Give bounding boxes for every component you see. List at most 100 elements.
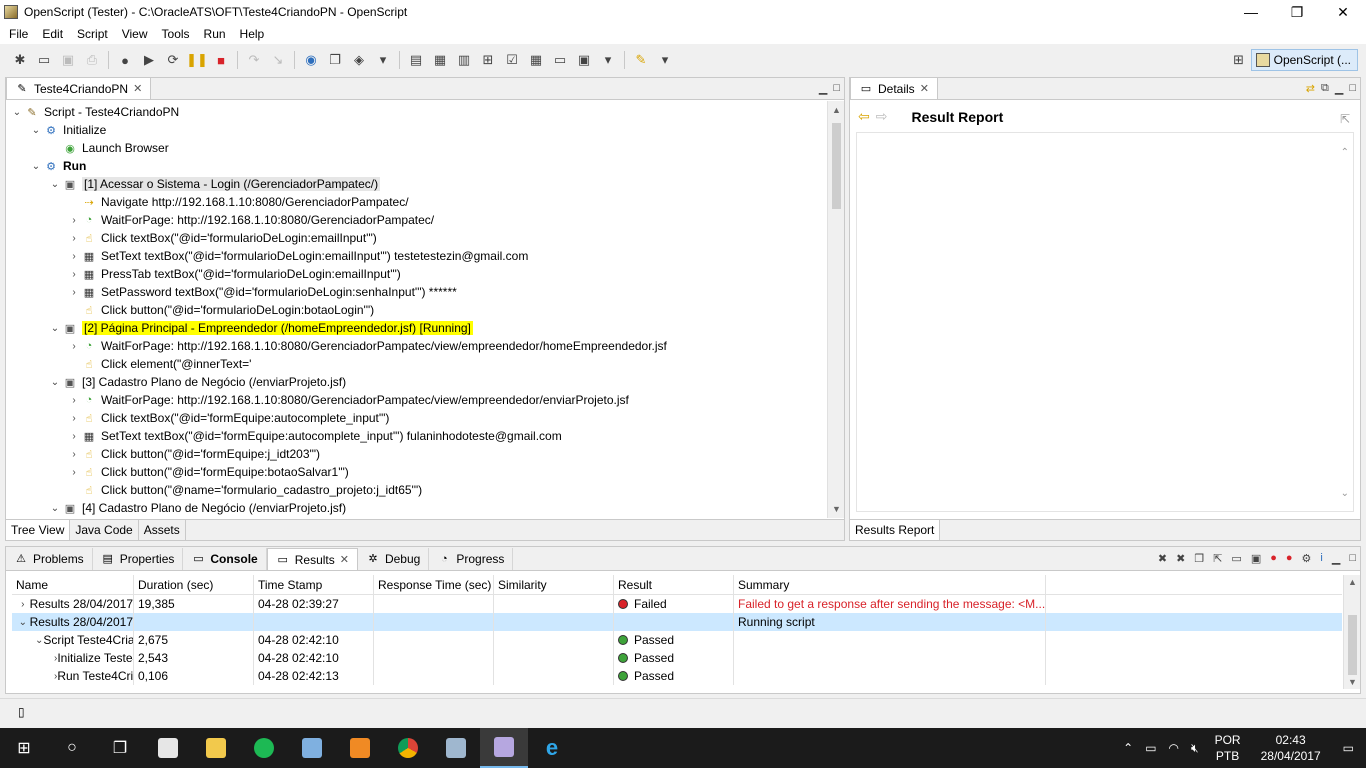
column-similarity[interactable]: Similarity	[494, 575, 614, 594]
collapse-arrow-icon[interactable]: ⌄	[29, 161, 43, 172]
tree-node[interactable]: ⌄ ▣ [4] Cadastro Plano de Negócio (/enviar…	[6, 499, 826, 517]
scroll-down-icon[interactable]: ▼	[828, 504, 845, 514]
expand-arrow-icon[interactable]: ›	[67, 251, 81, 262]
export-results-icon[interactable]: ⇱	[1213, 552, 1222, 565]
pause-icon[interactable]: ❚❚	[186, 50, 208, 70]
stop-icon[interactable]: ■	[211, 50, 231, 70]
remove-all-results-icon[interactable]: ✖	[1176, 552, 1185, 565]
tab-results-report[interactable]: Results Report	[850, 520, 941, 540]
expand-arrow-icon[interactable]: ›	[67, 215, 81, 226]
menu-script[interactable]: Script	[70, 27, 115, 41]
scroll-up-icon[interactable]: ▲	[828, 105, 845, 115]
tab-java-code[interactable]: Java Code	[70, 520, 139, 540]
taskbar-openscript[interactable]	[480, 728, 528, 768]
copy-results-icon[interactable]: ❐	[1194, 552, 1204, 565]
taskbar-sublime[interactable]	[336, 728, 384, 768]
tree-node[interactable]: › ☝ Click textBox("@id='formEquipe:autocom…	[6, 409, 826, 427]
close-tab-icon[interactable]: ✕	[133, 82, 142, 95]
results-vertical-scrollbar[interactable]: ▲ ▼	[1343, 575, 1360, 689]
expand-arrow-icon[interactable]: ›	[67, 287, 81, 298]
filter-errors-icon[interactable]: ●	[1286, 552, 1293, 565]
save-icon[interactable]: ▣	[58, 50, 78, 70]
tab-progress[interactable]: ◔ Progress	[429, 548, 514, 570]
panel-icon[interactable]: ▣	[574, 50, 594, 70]
copy-icon[interactable]: ❐	[325, 50, 345, 70]
tree-node[interactable]: ⌄ ⚙ Run	[6, 157, 826, 175]
browser-globe-icon[interactable]: ◉	[301, 50, 321, 70]
tree-node[interactable]: › ☝ Click button("@id='formEquipe:botaoSal…	[6, 463, 826, 481]
window-icon[interactable]: ▭	[550, 50, 570, 70]
column-name[interactable]: Name	[12, 575, 134, 594]
search-button[interactable]: ○	[48, 728, 96, 768]
object-icon[interactable]: ◈	[349, 50, 369, 70]
tree-node[interactable]: › ☝ Click textBox("@id='formularioDeLogin:…	[6, 229, 826, 247]
expand-arrow-icon[interactable]: ›	[16, 599, 30, 610]
taskbar-virtualbox[interactable]	[288, 728, 336, 768]
maximize-button[interactable]: ❐	[1274, 0, 1320, 24]
maximize-view-icon[interactable]: □	[1349, 82, 1356, 95]
new-script-icon[interactable]: ✱	[10, 50, 30, 70]
table-icon[interactable]: ▦	[526, 50, 546, 70]
tab-properties[interactable]: ▤ Properties	[93, 548, 184, 570]
clock[interactable]: 02:43 28/04/2017	[1251, 732, 1331, 764]
taskbar-internet-explorer[interactable]: e	[528, 728, 576, 768]
start-button[interactable]: ⊞	[0, 728, 48, 768]
tab-tree-view[interactable]: Tree View	[6, 520, 71, 540]
tab-results[interactable]: ▭ Results ✕	[266, 548, 358, 570]
open-folder-icon[interactable]: ▭	[34, 50, 54, 70]
tab-teste4criandopn[interactable]: ✎ Teste4CriandoPN ✕	[6, 77, 152, 99]
iterate-icon[interactable]: ⟳	[163, 50, 183, 70]
scroll-down-icon[interactable]: ⌄	[1341, 488, 1349, 499]
tree-node[interactable]: ⌄ ▣ [3] Cadastro Plano de Negócio (/enviar…	[6, 373, 826, 391]
tree-node[interactable]: › ☝ Click button("@id='formEquipe:j_idt203…	[6, 445, 826, 463]
scroll-thumb[interactable]	[1348, 615, 1357, 675]
input-language[interactable]: POR PTB	[1205, 732, 1251, 764]
tree-node[interactable]: › ▦ SetText textBox("@id='formularioDeLogi…	[6, 247, 826, 265]
results-row[interactable]: ›Run Teste4CriandoPN0,10604-28 02:42:13 P…	[12, 667, 1342, 685]
tree-node[interactable]: › ▦ SetPassword textBox("@id='formularioDe…	[6, 283, 826, 301]
tree-icon[interactable]: ⊞	[478, 50, 498, 70]
collapse-arrow-icon[interactable]: ⌄	[48, 503, 62, 514]
expand-arrow-icon[interactable]: ›	[67, 233, 81, 244]
column-time-stamp[interactable]: Time Stamp	[254, 575, 374, 594]
dropdown-arrow-icon[interactable]: ▾	[655, 50, 675, 70]
tree-node[interactable]: › ◔ WaitForPage: http://192.168.1.10:8080/…	[6, 337, 826, 355]
tab-debug[interactable]: ✲ Debug	[358, 548, 430, 570]
menu-run[interactable]: Run	[197, 27, 233, 41]
minimize-view-icon[interactable]: ▁	[819, 82, 827, 95]
tree-node[interactable]: ⌄ ▣ [1] Acessar o Sistema - Login (/Gerenc…	[6, 175, 826, 193]
maximize-view-icon[interactable]: □	[1349, 552, 1356, 565]
step-over-icon[interactable]: ↷	[244, 50, 264, 70]
dropdown-arrow-icon[interactable]: ▾	[598, 50, 618, 70]
scroll-up-icon[interactable]: ▲	[1344, 577, 1361, 587]
expand-arrow-icon[interactable]: ›	[67, 395, 81, 406]
play-icon[interactable]: ▶	[139, 50, 159, 70]
back-arrow-icon[interactable]: ⇦	[858, 108, 870, 125]
tab-assets[interactable]: Assets	[139, 520, 186, 540]
info-icon[interactable]: i	[1320, 552, 1322, 565]
pin-icon[interactable]: ✎	[631, 50, 651, 70]
scroll-down-icon[interactable]: ▼	[1344, 677, 1361, 687]
settings-icon[interactable]: ⚙	[1302, 552, 1312, 565]
show-hidden-icons-icon[interactable]: ⌃	[1117, 741, 1139, 755]
remove-result-icon[interactable]: ✖	[1158, 552, 1167, 565]
tree-node[interactable]: ☝ Click element("@innerText='	[6, 355, 826, 373]
grid-icon[interactable]: ▥	[454, 50, 474, 70]
taskbar-spotify[interactable]	[240, 728, 288, 768]
close-tab-icon[interactable]: ✕	[340, 553, 349, 566]
filter-failed-icon[interactable]: ●	[1270, 552, 1277, 565]
column-result[interactable]: Result	[614, 575, 734, 594]
expand-arrow-icon[interactable]: ›	[67, 269, 81, 280]
tab-console[interactable]: ▭ Console	[183, 548, 267, 570]
sync-icon[interactable]: ⇄	[1306, 82, 1315, 95]
taskbar-3d-app[interactable]	[432, 728, 480, 768]
fast-view-icon[interactable]: ▯	[18, 705, 25, 719]
collapse-arrow-icon[interactable]: ⌄	[10, 107, 24, 118]
results-row[interactable]: ›Initialize Teste4CriandoPN2,54304-28 02…	[12, 649, 1342, 667]
list-icon[interactable]: ▦	[430, 50, 450, 70]
tree-node[interactable]: › ▦ PressTab textBox("@id='formularioDeLog…	[6, 265, 826, 283]
checklist-icon[interactable]: ☑	[502, 50, 522, 70]
expand-arrow-icon[interactable]: ›	[67, 467, 81, 478]
tree-node[interactable]: ☝ Click button("@id='formularioDeLogin:bo…	[6, 301, 826, 319]
scroll-up-icon[interactable]: ⌃	[1341, 147, 1349, 158]
